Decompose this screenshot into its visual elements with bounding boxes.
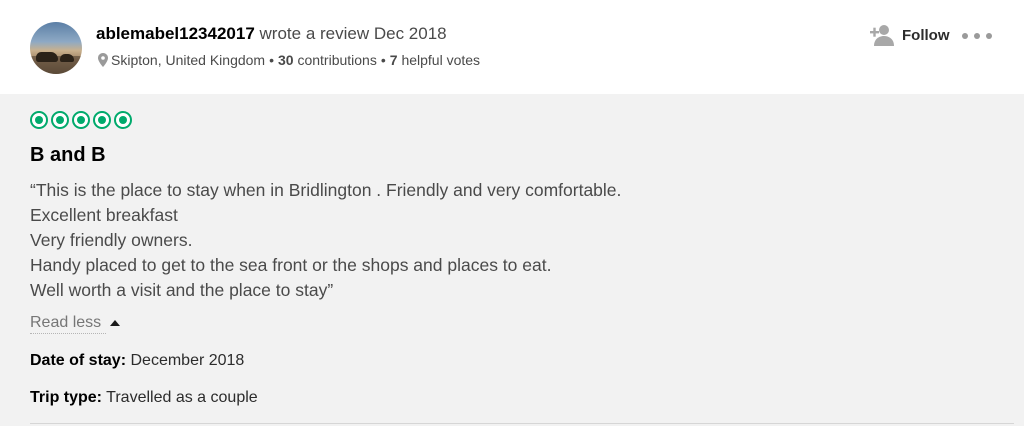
date-of-stay-label: Date of stay: (30, 352, 127, 369)
helpful-votes-count: 7 (389, 52, 398, 68)
rating-bubble-filled-icon (51, 111, 69, 129)
reviewer-location: Skipton, United Kingdom (111, 52, 266, 68)
review-text-line: Excellent breakfast (30, 205, 178, 225)
trip-type: Trip type: Travelled as a couple (30, 389, 258, 407)
trip-type-value: Travelled as a couple (106, 389, 258, 406)
follow-label: Follow (902, 26, 950, 44)
contributions-label: contributions (297, 52, 377, 68)
more-options-button[interactable] (962, 30, 992, 42)
avatar-bison-shape (60, 54, 74, 62)
reviewer-line: ablemabel12342017 wrote a review Dec 201… (96, 24, 447, 44)
separator: • (380, 52, 386, 68)
review-header: ablemabel12342017 wrote a review Dec 201… (0, 0, 1024, 94)
date-of-stay: Date of stay: December 2018 (30, 352, 244, 370)
review-title[interactable]: B and B (30, 144, 106, 167)
separator: • (269, 52, 274, 68)
caret-up-icon (110, 320, 121, 326)
date-of-stay-value: December 2018 (130, 352, 245, 369)
review-text-line: Handy placed to get to the sea front or … (30, 255, 552, 275)
read-less-label: Read less (30, 314, 102, 331)
review-text-line: “This is the place to stay when in Bridl… (30, 180, 622, 200)
review-text-line: Very friendly owners. (30, 230, 193, 250)
review-text: “This is the place to stay when in Bridl… (30, 178, 621, 303)
add-user-icon (870, 25, 894, 46)
rating-bubble-filled-icon (93, 111, 111, 129)
divider (30, 423, 1014, 424)
trip-type-label: Trip type: (30, 389, 103, 406)
read-less-button[interactable]: Read less (30, 314, 121, 332)
reviewer-meta: Skipton, United Kingdom • 30 contributio… (98, 52, 480, 68)
rating-bubble-filled-icon (30, 111, 48, 129)
reviewer-username[interactable]: ablemabel12342017 (96, 24, 255, 43)
review-action-text: wrote a review Dec 2018 (259, 24, 447, 43)
dot-icon (974, 33, 980, 39)
contributions-count: 30 (278, 52, 294, 68)
location-pin-icon (98, 53, 108, 67)
rating-bubbles (30, 111, 132, 129)
avatar-bison-shape (36, 52, 58, 62)
read-less-underline (30, 333, 106, 334)
dot-icon (962, 33, 968, 39)
avatar[interactable] (30, 22, 82, 74)
review-text-line: Well worth a visit and the place to stay… (30, 280, 334, 300)
dot-icon (986, 33, 992, 39)
helpful-votes-label: helpful votes (401, 52, 481, 68)
rating-bubble-filled-icon (72, 111, 90, 129)
follow-button[interactable]: Follow (870, 22, 950, 48)
rating-bubble-filled-icon (114, 111, 132, 129)
